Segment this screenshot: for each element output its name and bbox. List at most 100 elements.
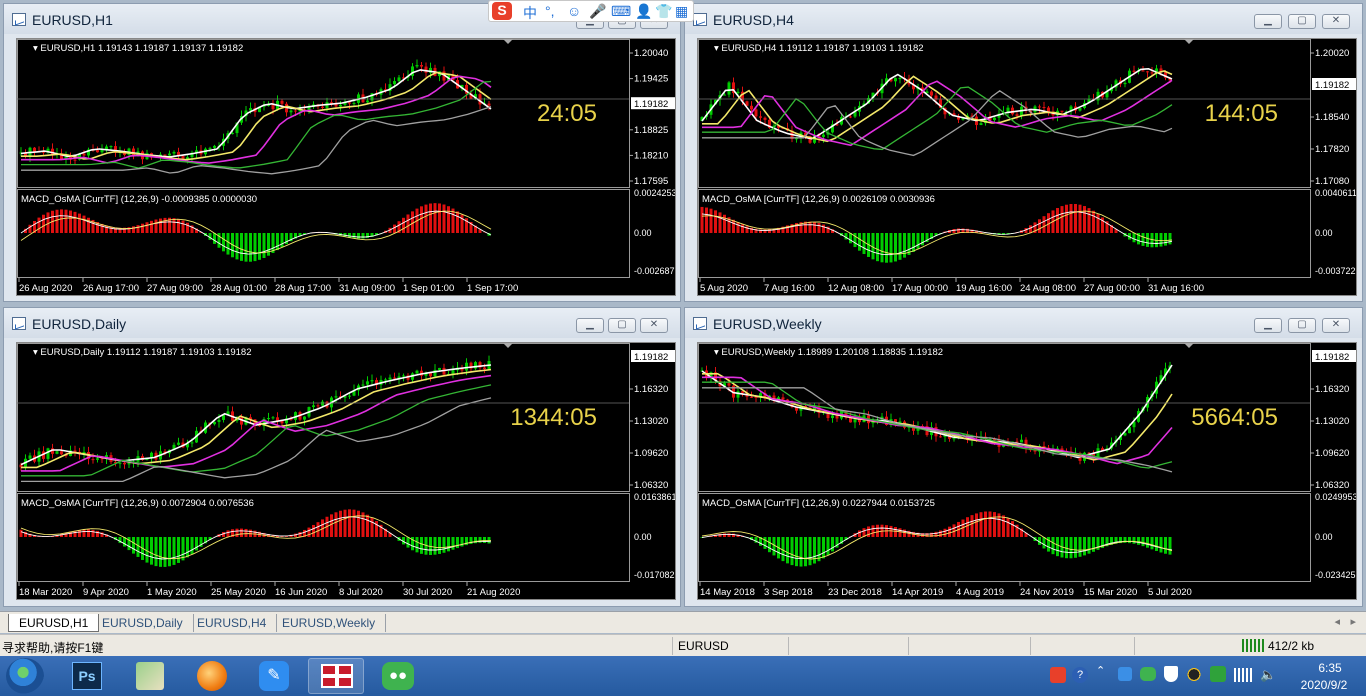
candle-body [217, 419, 221, 422]
mdi-workspace: EURUSD,H1 ▁ ▢ ✕ ▾ EURUSD,H1 1.19143 1.19… [0, 0, 1366, 610]
close-button[interactable]: ✕ [640, 318, 668, 333]
candle-body [91, 459, 95, 461]
macd-bar [1164, 233, 1167, 246]
tray-app-icon[interactable] [1118, 667, 1132, 681]
keyboard-icon[interactable]: ⌨ [611, 3, 631, 20]
close-button[interactable]: ✕ [1322, 318, 1350, 333]
macd-bar [168, 537, 171, 567]
macd-bar [1146, 537, 1149, 548]
user-icon[interactable]: 👤 [635, 3, 652, 20]
ime-mode[interactable]: 中 [523, 3, 537, 23]
window-titlebar[interactable]: EURUSD,H4 ▁ ▢ ✕ [685, 4, 1362, 34]
candle-body [150, 452, 153, 458]
tray-wechat-icon[interactable] [1140, 667, 1156, 681]
candle-body [1042, 107, 1046, 109]
chart-window-h1[interactable]: EURUSD,H1 ▁ ▢ ✕ ▾ EURUSD,H1 1.19143 1.19… [3, 3, 681, 302]
chart-area[interactable]: ▾ EURUSD,H4 1.19112 1.19187 1.19103 1.19… [697, 38, 1357, 296]
maximize-button[interactable]: ▢ [1288, 14, 1316, 29]
macd-bar [741, 224, 744, 233]
skin-icon[interactable]: 👕 [655, 3, 672, 20]
tab-eurusd-h1[interactable]: EURUSD,H1 [8, 614, 100, 632]
metatrader-icon[interactable] [308, 658, 364, 694]
window-titlebar[interactable]: EURUSD,Weekly ▁ ▢ ✕ [685, 308, 1362, 338]
tray-shield-icon[interactable] [1210, 666, 1226, 682]
current-price-value: 1.19182 [634, 99, 668, 110]
moving-average-line [21, 368, 492, 469]
tab-eurusd-h4[interactable]: EURUSD,H4 [187, 614, 278, 632]
window-titlebar[interactable]: EURUSD,Daily ▁ ▢ ✕ [4, 308, 680, 338]
macd-bar [1168, 537, 1172, 555]
macd-bar [42, 214, 45, 233]
candle-body [348, 102, 351, 104]
macd-bar [858, 233, 861, 251]
browser-icon[interactable] [184, 658, 240, 694]
tray-qq-icon[interactable] [1186, 666, 1202, 683]
tray-network-icon[interactable] [1234, 668, 1252, 682]
candle-body [271, 104, 275, 110]
chart-area[interactable]: ▾ EURUSD,Weekly 1.18989 1.20108 1.18835 … [697, 342, 1357, 600]
macd-scale-label: -0.017082 [634, 570, 675, 580]
macd-histogram [19, 509, 491, 567]
emoji-icon[interactable]: ☺ [567, 3, 581, 19]
candle-body [723, 94, 726, 96]
tray-sogou-icon[interactable] [1050, 667, 1066, 683]
tray-expand-icon[interactable]: ⌃ [1096, 664, 1105, 677]
wechat-icon[interactable]: ●● [370, 658, 426, 694]
candle-body [213, 421, 216, 425]
tabs-scroll-right-icon[interactable]: ▸ [1350, 615, 1356, 628]
macd-bar [442, 537, 446, 553]
macd-bar [903, 233, 906, 258]
candle-body [321, 401, 324, 406]
time-tick-label: 8 Jul 2020 [339, 587, 383, 598]
current-price-value: 1.19182 [1315, 352, 1349, 363]
minimize-button[interactable]: ▁ [1254, 14, 1282, 29]
minimize-button[interactable]: ▁ [576, 318, 604, 333]
chart-window-icon [12, 317, 26, 330]
candle-body [1146, 71, 1149, 73]
macd-scale-label: 0.0040611 [1315, 188, 1357, 198]
candle-body [487, 103, 491, 106]
candle-body [429, 372, 432, 377]
moving-average-line [21, 374, 492, 472]
chart-area[interactable]: ▾ EURUSD,H1 1.19143 1.19187 1.19137 1.19… [16, 38, 676, 296]
candle-body [393, 81, 396, 85]
tab-eurusd-daily[interactable]: EURUSD,Daily [92, 614, 194, 632]
macd-bar [862, 233, 866, 255]
map-app-icon[interactable] [122, 658, 178, 694]
ime-toolbar[interactable]: S 中 °, ☺ 🎤 ⌨ 👤 👕 ▦ [488, 0, 694, 22]
maximize-button[interactable]: ▢ [608, 318, 636, 333]
chart-window-h4[interactable]: EURUSD,H4 ▁ ▢ ✕ ▾ EURUSD,H4 1.19112 1.19… [684, 3, 1363, 302]
macd-bar [163, 537, 167, 567]
tab-eurusd-weekly[interactable]: EURUSD,Weekly [272, 614, 387, 632]
chart-window-daily[interactable]: EURUSD,Daily ▁ ▢ ✕ ▾ EURUSD,Daily 1.1911… [3, 307, 681, 607]
microphone-icon[interactable]: 🎤 [589, 3, 606, 20]
tray-volume-icon[interactable]: 🔈 [1260, 667, 1276, 683]
maximize-button[interactable]: ▢ [1288, 318, 1316, 333]
candle-body [100, 149, 104, 153]
time-tick-label: 31 Aug 16:00 [1148, 283, 1204, 294]
tray-security-icon[interactable] [1164, 666, 1178, 682]
chart-window-weekly[interactable]: EURUSD,Weekly ▁ ▢ ✕ ▾ EURUSD,Weekly 1.18… [684, 307, 1363, 607]
start-orb-icon[interactable] [6, 658, 44, 694]
tabs-scroll-left-icon[interactable]: ◂ [1334, 615, 1340, 628]
toolbox-icon[interactable]: ▦ [675, 3, 688, 20]
macd-bar [1132, 233, 1136, 243]
macd-bar [732, 219, 735, 233]
clock-time[interactable]: 6:35 [1300, 661, 1360, 675]
tray-help-icon[interactable]: ? [1072, 667, 1088, 683]
notes-icon[interactable]: ✎ [246, 658, 302, 694]
price-tick-label: 1.17595 [634, 176, 668, 187]
chart-area[interactable]: ▾ EURUSD,Daily 1.19112 1.19187 1.19103 1… [16, 342, 676, 600]
ime-punct[interactable]: °, [545, 3, 555, 19]
close-button[interactable]: ✕ [1322, 14, 1350, 29]
macd-bar [898, 528, 902, 537]
macd-bar [249, 233, 252, 262]
clock-date[interactable]: 2020/9/2 [1288, 678, 1360, 692]
macd-bar [876, 233, 879, 262]
sogou-logo-icon[interactable]: S [492, 2, 512, 20]
time-tick-label: 1 Sep 01:00 [403, 283, 454, 294]
macd-bar [357, 510, 360, 537]
photoshop-icon[interactable]: Ps [60, 658, 116, 694]
macd-bar [415, 537, 419, 553]
minimize-button[interactable]: ▁ [1254, 318, 1282, 333]
